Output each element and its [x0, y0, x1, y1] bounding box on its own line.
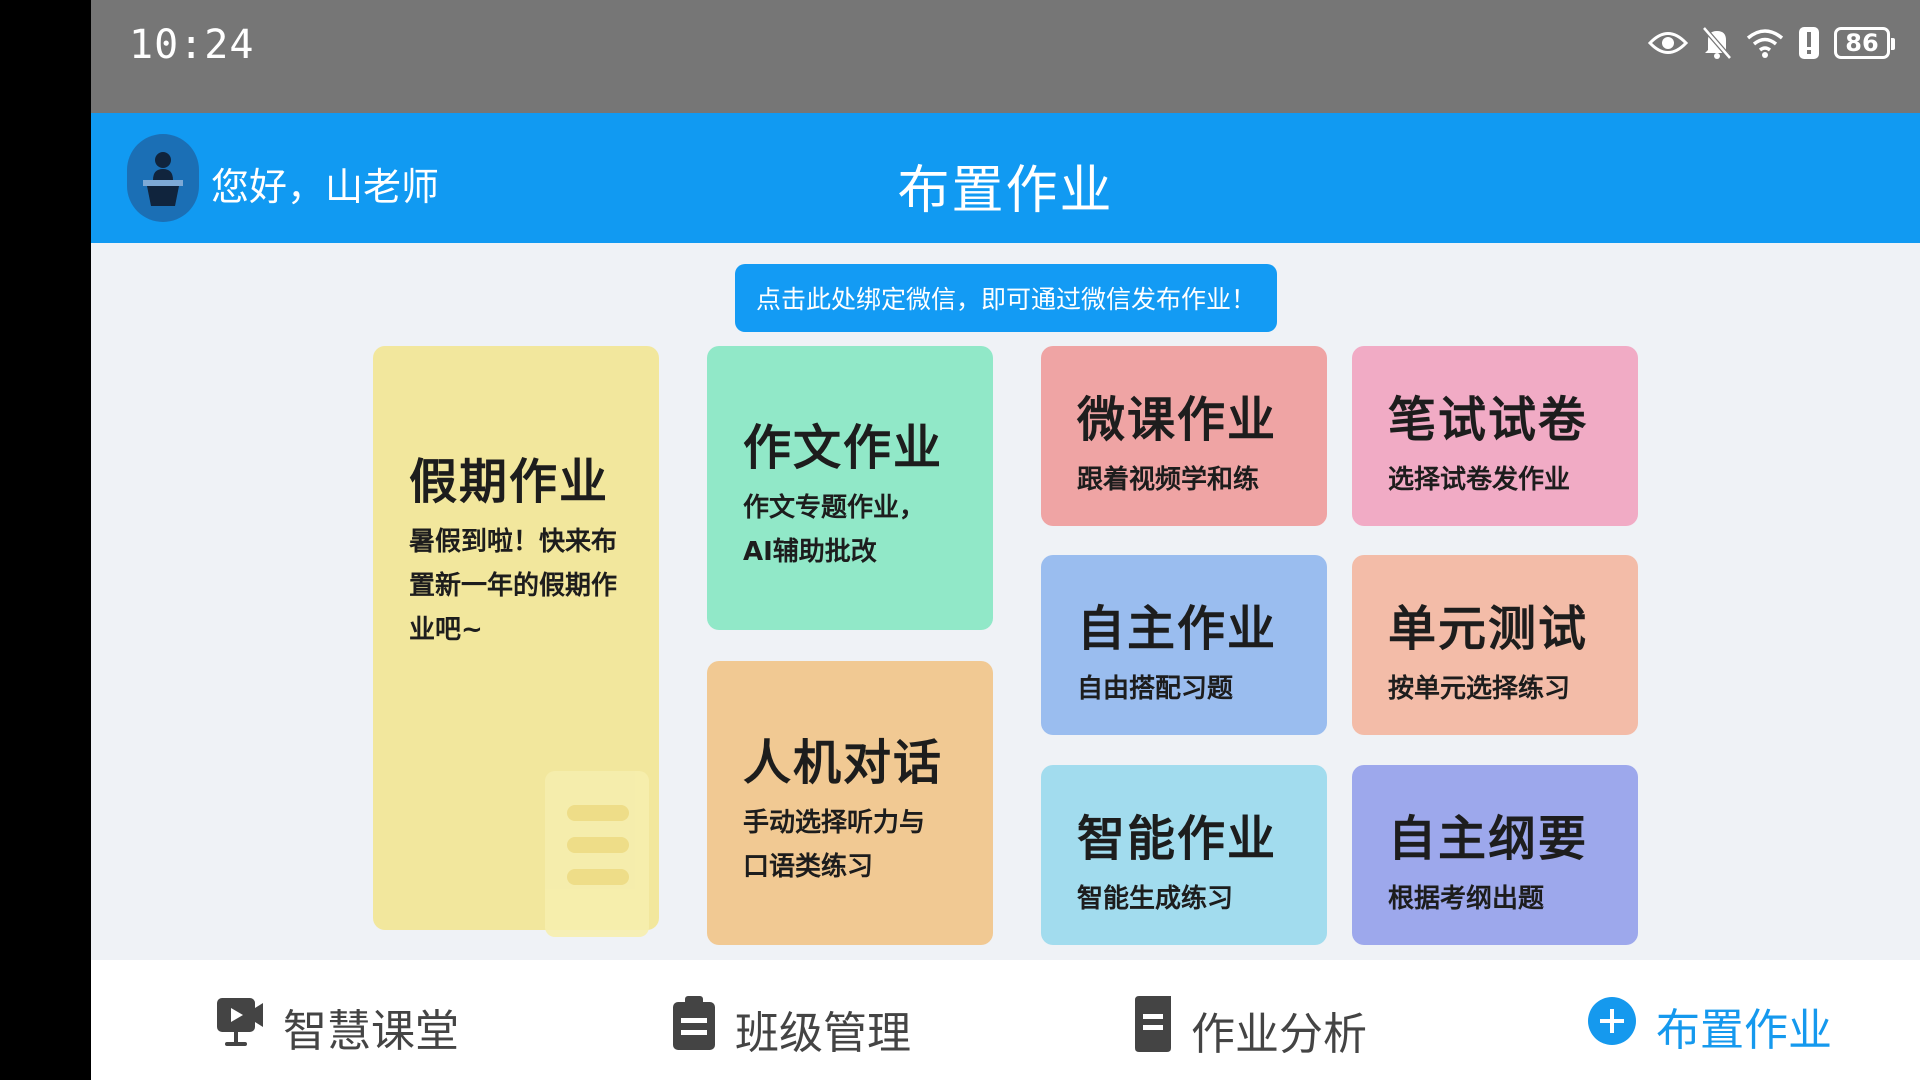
card-title: 微课作业 [1077, 392, 1278, 448]
card-desc: 作文专题作业，AI辅助批改 [743, 493, 926, 567]
card-written-exam[interactable]: 笔试试卷 选择试卷发作业 [1352, 346, 1638, 526]
card-desc: 按单元选择练习 [1388, 674, 1571, 704]
battery-indicator: 86 [1834, 27, 1895, 59]
nav-label: 作业分析 [1191, 1008, 1367, 1060]
card-microclass-homework[interactable]: 微课作业 跟着视频学和练 [1041, 346, 1327, 526]
card-desc: 跟着视频学和练 [1077, 465, 1260, 495]
card-self-homework[interactable]: 自主作业 自由搭配习题 [1041, 555, 1327, 735]
card-holiday-homework[interactable]: 假期作业 暑假到啦！快来布置新一年的假期作业吧~ [373, 346, 659, 937]
main-content: 点击此处绑定微信，即可通过微信发布作业！ 假期作业 暑假到啦！快来布置新一年的假… [91, 243, 1920, 960]
bind-wechat-banner[interactable]: 点击此处绑定微信，即可通过微信发布作业！ [735, 264, 1277, 332]
nav-label: 布置作业 [1656, 1005, 1832, 1056]
status-time: 10:24 [129, 22, 255, 68]
card-title: 假期作业 [409, 454, 610, 510]
class-board-icon [671, 994, 717, 1063]
wifi-icon [1746, 27, 1784, 59]
card-title: 自主作业 [1077, 601, 1278, 657]
bell-off-icon [1702, 26, 1732, 60]
card-title: 人机对话 [743, 735, 944, 791]
nav-label: 班级管理 [735, 1007, 911, 1059]
bottom-navigation: 智慧课堂 班级管理 作业分析 布置作业 [91, 960, 1920, 1080]
video-board-icon [215, 994, 265, 1059]
card-smart-homework[interactable]: 智能作业 智能生成练习 [1041, 765, 1327, 945]
nav-class-management[interactable]: 班级管理 [671, 994, 911, 1063]
card-title: 自主纲要 [1388, 811, 1589, 867]
app-header: 您好，山老师 布置作业 [91, 113, 1920, 243]
card-desc: 根据考纲出题 [1388, 884, 1545, 914]
nav-assign-homework[interactable]: 布置作业 [1586, 994, 1832, 1058]
card-self-outline[interactable]: 自主纲要 根据考纲出题 [1352, 765, 1638, 945]
card-desc: 手动选择听力与口语类练习 [743, 808, 926, 882]
card-desc: 自由搭配习题 [1077, 674, 1234, 704]
card-unit-test[interactable]: 单元测试 按单元选择练习 [1352, 555, 1638, 735]
left-black-bar [0, 0, 91, 1080]
status-icons: 86 [1648, 26, 1895, 60]
card-desc: 暑假到啦！快来布置新一年的假期作业吧~ [409, 527, 618, 645]
eye-icon [1648, 30, 1688, 56]
card-title: 单元测试 [1388, 601, 1589, 657]
card-title: 作文作业 [743, 420, 944, 476]
nav-label: 智慧课堂 [283, 1005, 459, 1057]
card-desc: 智能生成练习 [1077, 884, 1234, 914]
plus-circle-icon [1586, 995, 1638, 1058]
card-desc: 选择试卷发作业 [1388, 465, 1571, 495]
document-icon [1133, 994, 1173, 1065]
card-essay-homework[interactable]: 作文作业 作文专题作业，AI辅助批改 [707, 346, 993, 630]
card-title: 笔试试卷 [1388, 392, 1589, 448]
alert-icon [1798, 26, 1820, 60]
card-dialogue-homework[interactable]: 人机对话 手动选择听力与口语类练习 [707, 661, 993, 945]
document-icon [545, 771, 649, 937]
nav-smart-classroom[interactable]: 智慧课堂 [215, 994, 459, 1059]
nav-homework-analysis[interactable]: 作业分析 [1133, 994, 1367, 1065]
status-bar: 10:24 86 [91, 0, 1920, 113]
page-title: 布置作业 [897, 161, 1114, 221]
card-title: 智能作业 [1077, 811, 1278, 867]
